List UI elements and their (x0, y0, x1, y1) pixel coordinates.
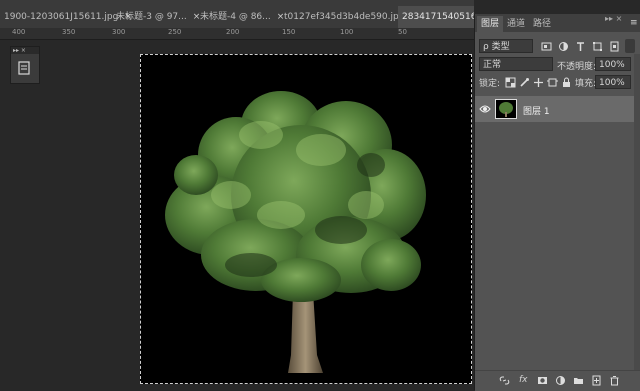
blend-opacity-row: 正常 不透明度: 100% (475, 54, 640, 74)
lock-transparent-icon[interactable] (505, 77, 516, 88)
tree-foliage (165, 91, 426, 302)
ruler-tick-label: 400 (12, 28, 26, 36)
ruler-tick-label: 200 (226, 28, 240, 36)
ruler-tick-label: 100 (340, 28, 354, 36)
ruler-tick-label: 300 (112, 28, 126, 36)
image-filter-icon[interactable] (541, 41, 552, 52)
opacity-label: 不透明度: (557, 62, 597, 72)
blend-mode-select[interactable]: 正常 (479, 57, 553, 71)
eye-icon[interactable] (479, 104, 491, 114)
document-tab-bar: 1900-1203061J15611.jpg × 未标题-3 @ 97... × 未… (0, 0, 474, 28)
add-mask-icon[interactable] (537, 375, 548, 386)
doc-tab-label: 2834171540516969 (402, 12, 474, 22)
lock-pixels-icon[interactable] (519, 77, 530, 88)
lock-fill-row: 锁定: 填充: 100% (475, 72, 640, 92)
ruler-tick-label: 350 (62, 28, 76, 36)
lock-label: 锁定: (479, 79, 501, 89)
tree-thumbnail-icon (499, 102, 513, 117)
horizontal-ruler: 400 350 300 250 200 150 100 50 (0, 28, 474, 40)
fill-input[interactable]: 100% (595, 75, 631, 89)
panel-tab-bar: 图层 通道 路径 ▸▸ × ≡ (475, 14, 640, 32)
trash-icon[interactable] (609, 375, 620, 386)
layers-footer: fx (475, 370, 640, 391)
panel-scrollbar[interactable] (634, 54, 640, 370)
doc-tab-2[interactable]: 未标题-3 @ 97... × (112, 6, 206, 28)
new-group-icon[interactable] (573, 375, 584, 386)
layer-filter-row: ρ 类型 (475, 36, 640, 56)
lock-all-icon[interactable] (561, 77, 572, 88)
doc-tab-label: 未标题-3 @ 97... (116, 12, 187, 22)
tree-image (165, 91, 426, 373)
panel-menu-icon[interactable]: ≡ (630, 18, 638, 28)
adjustment-filter-icon[interactable] (558, 41, 569, 52)
panel-header[interactable]: ▸▸ × (11, 47, 39, 54)
adjustment-layer-icon[interactable] (555, 375, 566, 386)
tab-layers[interactable]: 图层 (477, 16, 504, 32)
document-canvas[interactable] (140, 54, 472, 384)
panel-collapse-icon[interactable]: ▸▸ × (605, 14, 622, 23)
opacity-input[interactable]: 100% (595, 57, 631, 71)
link-layers-icon[interactable] (499, 375, 510, 386)
layer-row[interactable]: 图层 1 (475, 96, 634, 122)
tab-channels[interactable]: 通道 (503, 16, 529, 32)
new-layer-icon[interactable] (591, 375, 602, 386)
ruler-tick-label: 250 (168, 28, 182, 36)
filter-kind-select[interactable]: ρ 类型 (479, 39, 533, 53)
doc-tab-5-active[interactable]: 2834171540516969 (398, 6, 474, 28)
shape-filter-icon[interactable] (592, 41, 603, 52)
fx-icon[interactable]: fx (519, 375, 528, 385)
floating-tool-panel[interactable]: ▸▸ × (10, 46, 40, 84)
layer-name[interactable]: 图层 1 (523, 104, 550, 117)
tree-trunk (288, 291, 323, 373)
layer-thumbnail[interactable] (495, 99, 517, 119)
smart-object-filter-icon[interactable] (609, 41, 620, 52)
type-filter-icon[interactable] (575, 41, 586, 52)
doc-tab-label: t0127ef345d3b4de590.jpg (284, 12, 405, 22)
ruler-tick-label: 50 (398, 28, 407, 36)
doc-tab-label: 1900-1203061J15611.jpg (4, 12, 119, 22)
lock-position-icon[interactable] (533, 77, 544, 88)
filter-toggle[interactable] (625, 39, 635, 53)
ruler-tick-label: 150 (282, 28, 296, 36)
doc-tab-3[interactable]: 未标题-4 @ 86... × (196, 6, 290, 28)
layers-panel: 图层 通道 路径 ▸▸ × ≡ ρ 类型 正常 不透明度: 100% 锁定: 填… (474, 14, 640, 391)
fill-label: 填充: (575, 79, 597, 89)
lock-artboard-icon[interactable] (547, 77, 558, 88)
properties-icon[interactable] (17, 61, 31, 75)
tab-paths[interactable]: 路径 (529, 16, 555, 32)
doc-tab-label: 未标题-4 @ 86... (200, 12, 271, 22)
